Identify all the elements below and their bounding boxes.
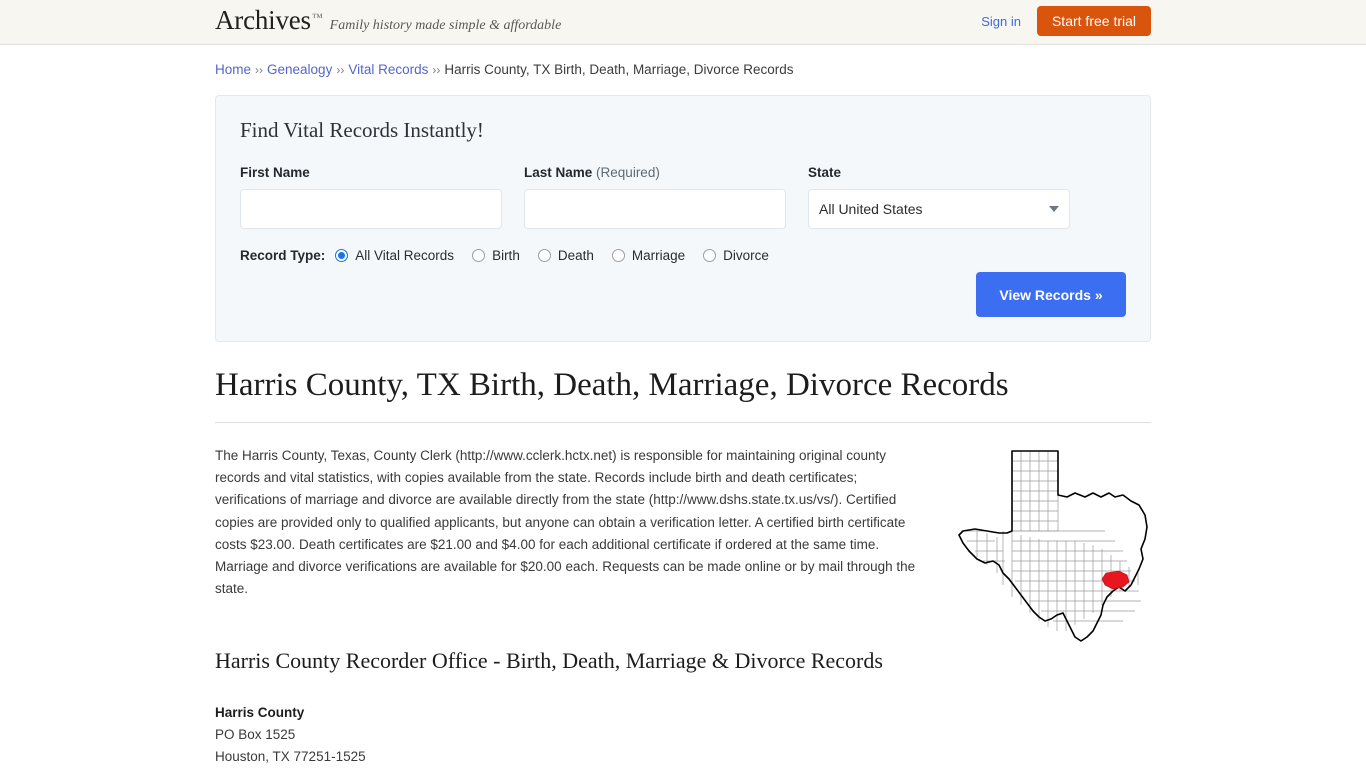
address-county-name: Harris County (215, 705, 305, 721)
radio-all-vital-records[interactable]: All Vital Records (335, 248, 454, 263)
state-field-group: State All United States (808, 165, 1070, 229)
sign-in-link[interactable]: Sign in (981, 14, 1021, 29)
site-logo[interactable]: Archives ™ Family history made simple & … (215, 5, 561, 36)
radio-label-death: Death (557, 248, 594, 263)
radio-divorce[interactable]: Divorce (703, 248, 769, 263)
breadcrumb-separator: ›› (432, 63, 441, 77)
search-fields-row: First Name Last Name (Required) State Al… (240, 165, 1126, 229)
brand-tagline: Family history made simple & affordable (329, 18, 562, 33)
page-container: Home ›› Genealogy ›› Vital Records ›› Harris C… (215, 45, 1151, 768)
last-name-required-note: (Required) (596, 165, 660, 180)
texas-county-map-icon (955, 445, 1159, 645)
header-actions: Sign in Start free trial (981, 6, 1151, 36)
first-name-label: First Name (240, 165, 310, 180)
site-header: Archives ™ Family history made simple & … (0, 0, 1366, 45)
address-line-1: PO Box 1525 (215, 727, 296, 743)
breadcrumb-item-current: Harris County, TX Birth, Death, Marriage… (444, 62, 794, 77)
radio-label-divorce: Divorce (723, 248, 769, 263)
radio-label-birth: Birth (492, 248, 520, 263)
state-select[interactable]: All United States (808, 189, 1070, 229)
trademark-icon: ™ (311, 12, 323, 24)
last-name-label-text: Last Name (524, 165, 593, 180)
first-name-input[interactable] (240, 189, 502, 229)
search-panel-title: Find Vital Records Instantly! (240, 118, 484, 142)
radio-icon[interactable] (703, 249, 717, 262)
radio-icon-checked[interactable] (335, 249, 349, 262)
radio-label-marriage: Marriage (631, 248, 686, 263)
view-records-button[interactable]: View Records » (976, 272, 1126, 317)
state-label: State (808, 165, 842, 180)
radio-icon[interactable] (537, 249, 551, 262)
breadcrumb: Home ›› Genealogy ›› Vital Records ›› Harris C… (215, 45, 1151, 79)
vital-records-search-panel: Find Vital Records Instantly! First Name… (215, 95, 1151, 342)
breadcrumb-item-home[interactable]: Home (215, 62, 251, 77)
breadcrumb-separator: ›› (336, 63, 345, 77)
first-name-field-group: First Name (240, 165, 502, 229)
last-name-label: Last Name (Required) (524, 165, 786, 180)
breadcrumb-item-genealogy[interactable]: Genealogy (267, 62, 332, 77)
address-line-2: Houston, TX 77251-1525 (215, 749, 366, 765)
radio-icon[interactable] (472, 249, 486, 262)
radio-marriage[interactable]: Marriage (611, 248, 686, 263)
breadcrumb-item-vital-records[interactable]: Vital Records (348, 62, 428, 77)
radio-icon[interactable] (611, 249, 625, 262)
radio-label-all-vital-records: All Vital Records (355, 248, 455, 263)
header-inner: Archives ™ Family history made simple & … (215, 0, 1151, 44)
state-select-value: All United States (819, 201, 923, 217)
radio-birth[interactable]: Birth (472, 248, 520, 263)
last-name-field-group: Last Name (Required) (524, 165, 786, 229)
address-block: Harris County PO Box 1525 Houston, TX 77… (215, 702, 1151, 768)
radio-death[interactable]: Death (537, 248, 594, 263)
record-type-row: Record Type: All Vital Records Birth Dea… (240, 248, 1126, 263)
brand-name: Archives (215, 5, 311, 35)
state-select-wrap: All United States (808, 189, 1070, 229)
last-name-input[interactable] (524, 189, 786, 229)
intro-paragraph: The Harris County, Texas, County Clerk (… (215, 447, 916, 597)
page-title: Harris County, TX Birth, Death, Marriage… (215, 367, 1151, 423)
record-type-label: Record Type: (240, 248, 326, 263)
start-free-trial-button[interactable]: Start free trial (1036, 6, 1151, 36)
breadcrumb-separator: ›› (255, 63, 264, 77)
recorder-office-heading: Harris County Recorder Office - Birth, D… (215, 648, 883, 674)
content-row: The Harris County, Texas, County Clerk (… (215, 445, 1151, 642)
